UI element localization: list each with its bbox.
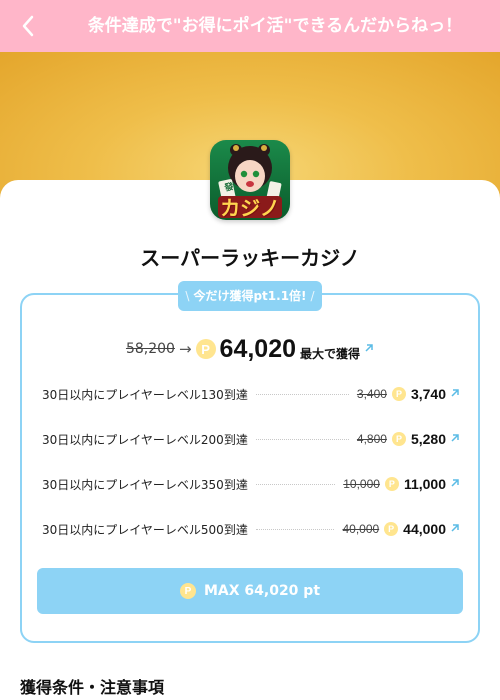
external-link-icon[interactable] [450,522,460,536]
condition-old-points: 3,400 [356,387,387,401]
condition-new-points: 44,000 [403,521,446,537]
condition-label: 30日以内にプレイヤーレベル200到達 [42,432,248,447]
bonus-badge: \ 今だけ獲得pt1.1倍! / [178,281,322,311]
condition-new-points: 5,280 [410,431,446,447]
condition-row[interactable]: 30日以内にプレイヤーレベル200到達 4,800 P 5,280 [42,427,460,451]
dotted-leader [255,438,349,440]
max-label: 最大で獲得 [300,346,361,361]
p-coin-icon: P [391,432,406,446]
bonus-label: 今だけ獲得pt1.1倍! [193,289,307,303]
p-coin-icon: P [195,339,216,359]
app-icon-logo-text: カジノ [220,196,280,220]
app-icon: カジノ 發 [210,140,290,220]
p-coin-icon: P [179,583,196,599]
condition-old-points: 4,800 [356,432,387,446]
section-title: 獲得条件・注意事項 [20,678,165,697]
external-link-icon[interactable] [450,477,460,491]
p-coin-icon: P [391,387,406,401]
condition-old-points: 10,000 [343,477,380,491]
dotted-leader [255,483,336,485]
condition-label: 30日以内にプレイヤーレベル350到達 [42,477,248,492]
total-points-row: 58,200 → P 64,020 最大で獲得 [0,333,500,365]
condition-new-points: 11,000 [403,476,446,492]
chevron-left-icon [22,15,34,37]
condition-row[interactable]: 30日以内にプレイヤーレベル500到達 40,000 P 44,000 [42,517,460,541]
condition-old-points: 40,000 [342,522,380,536]
external-link-icon[interactable] [450,387,460,401]
dotted-leader [255,393,349,395]
max-button-label: MAX 64,020 pt [203,583,321,599]
p-coin-icon: P [384,522,399,536]
external-link-icon[interactable] [364,342,374,356]
header-bar: 条件達成で"お得にポイ活"できるんだからねっ！ [0,0,500,52]
condition-label: 30日以内にプレイヤーレベル500到達 [42,522,248,537]
arrow-right-icon: → [178,340,192,358]
badge-deco-right: / [310,289,315,303]
condition-row[interactable]: 30日以内にプレイヤーレベル350到達 10,000 P 11,000 [42,472,460,496]
external-link-icon[interactable] [450,432,460,446]
condition-label: 30日以内にプレイヤーレベル130到達 [42,387,248,402]
p-coin-icon: P [384,477,399,491]
condition-row[interactable]: 30日以内にプレイヤーレベル130到達 3,400 P 3,740 [42,382,460,406]
new-total: 64,020 [219,334,297,363]
back-button[interactable] [14,12,42,40]
max-points-button[interactable]: P MAX 64,020 pt [37,568,463,614]
app-name: スーパーラッキーカジノ [140,246,360,270]
old-total: 58,200 [125,341,175,357]
badge-deco-left: \ [185,289,190,303]
condition-new-points: 3,740 [410,386,446,402]
header-title: 条件達成で"お得にポイ活"できるんだからねっ！ [87,16,463,36]
dotted-leader [255,528,335,530]
